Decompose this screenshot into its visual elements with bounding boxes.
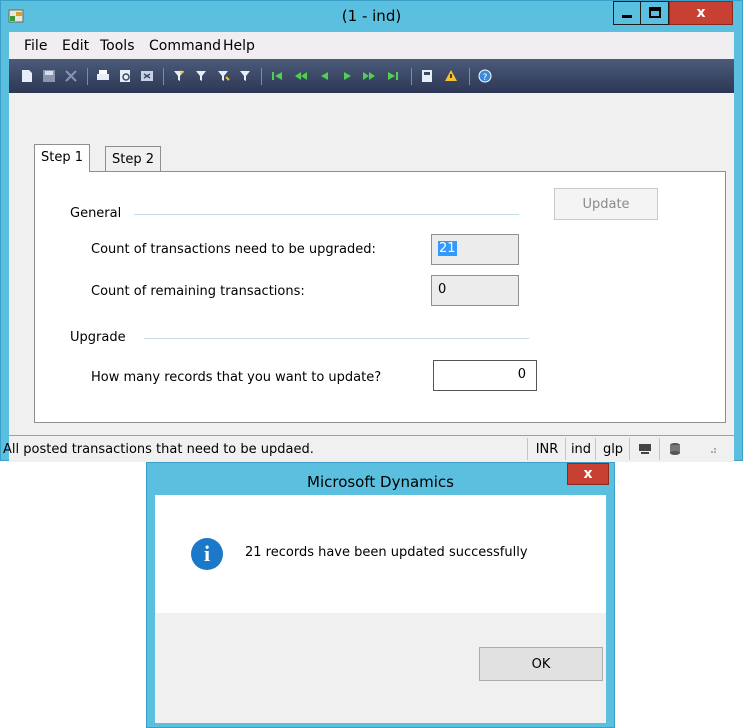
- general-group-label: General: [70, 206, 122, 221]
- export-icon[interactable]: [139, 68, 155, 84]
- previous-page-icon[interactable]: [293, 68, 309, 84]
- upgrade-group-divider: [144, 338, 529, 339]
- advanced-filter-icon[interactable]: [215, 68, 231, 84]
- last-record-icon[interactable]: [385, 68, 401, 84]
- status-bar: All posted transactions that need to be …: [3, 435, 734, 462]
- menu-bar: File Edit Tools Command Help: [9, 32, 734, 59]
- dialog-message: 21 records have been updated successfull…: [245, 545, 528, 560]
- help-icon[interactable]: ?: [477, 68, 493, 84]
- records-to-update-input[interactable]: 0: [433, 360, 537, 391]
- session-icon[interactable]: [629, 438, 660, 460]
- menu-command[interactable]: Command: [149, 38, 221, 54]
- status-company[interactable]: ind: [565, 438, 596, 460]
- resize-grip-icon[interactable]: [689, 438, 734, 460]
- maximize-icon: [648, 7, 661, 18]
- menu-edit[interactable]: Edit: [62, 38, 89, 54]
- previous-record-icon[interactable]: [317, 68, 333, 84]
- database-icon[interactable]: [659, 438, 690, 460]
- menu-help[interactable]: Help: [223, 38, 255, 54]
- count-upgrade-field[interactable]: 21: [431, 234, 519, 265]
- tab-step-2[interactable]: Step 2: [105, 146, 162, 172]
- count-upgrade-value: 21: [438, 241, 457, 256]
- attach-icon[interactable]: [419, 68, 435, 84]
- delete-icon[interactable]: [63, 68, 79, 84]
- dialog-title: Microsoft Dynamics: [307, 473, 454, 491]
- main-window: (1 - ind) x File Edit Tools Command Help: [0, 0, 743, 462]
- records-to-update-value: 0: [517, 367, 526, 382]
- count-remaining-field[interactable]: 0: [431, 275, 519, 306]
- message-dialog: Microsoft Dynamics x i 21 records have b…: [146, 462, 615, 728]
- count-remaining-value: 0: [438, 282, 447, 297]
- minimize-icon: [622, 15, 632, 18]
- info-icon: i: [191, 538, 223, 570]
- new-icon[interactable]: [19, 68, 35, 84]
- records-to-update-label: How many records that you want to update…: [91, 370, 382, 385]
- minimize-button[interactable]: [613, 1, 641, 25]
- ok-button[interactable]: OK: [479, 647, 603, 681]
- status-currency[interactable]: INR: [527, 438, 566, 460]
- toolbar: ?: [9, 59, 734, 93]
- maximize-button[interactable]: [641, 1, 669, 25]
- dialog-footer: OK: [155, 613, 606, 723]
- print-preview-icon[interactable]: [117, 68, 133, 84]
- tab-step-1[interactable]: Step 1: [34, 144, 91, 172]
- upgrade-group-label: Upgrade: [70, 330, 126, 345]
- next-page-icon[interactable]: [361, 68, 377, 84]
- update-button[interactable]: Update: [554, 188, 658, 220]
- filter-by-selection-icon[interactable]: [171, 68, 187, 84]
- next-record-icon[interactable]: [339, 68, 355, 84]
- title-bar[interactable]: (1 - ind) x: [1, 1, 742, 32]
- close-button[interactable]: x: [669, 1, 733, 25]
- first-record-icon[interactable]: [269, 68, 285, 84]
- print-icon[interactable]: [95, 68, 111, 84]
- count-upgrade-label: Count of transactions need to be upgrade…: [91, 242, 376, 257]
- status-message: All posted transactions that need to be …: [3, 442, 314, 457]
- save-icon[interactable]: [41, 68, 57, 84]
- count-remaining-label: Count of remaining transactions:: [91, 284, 305, 299]
- menu-file[interactable]: File: [24, 38, 47, 54]
- alert-icon[interactable]: [443, 68, 459, 84]
- menu-tools[interactable]: Tools: [100, 38, 135, 54]
- dialog-close-button[interactable]: x: [567, 463, 609, 485]
- general-group-divider: [134, 214, 519, 215]
- filter-by-grid-icon[interactable]: [193, 68, 209, 84]
- status-layer[interactable]: glp: [595, 438, 630, 460]
- close-icon: x: [696, 5, 706, 21]
- dialog-body: i 21 records have been updated successfu…: [155, 495, 606, 723]
- svg-text:?: ?: [483, 73, 488, 83]
- sort-filter-icon[interactable]: [237, 68, 253, 84]
- close-icon: x: [583, 466, 593, 482]
